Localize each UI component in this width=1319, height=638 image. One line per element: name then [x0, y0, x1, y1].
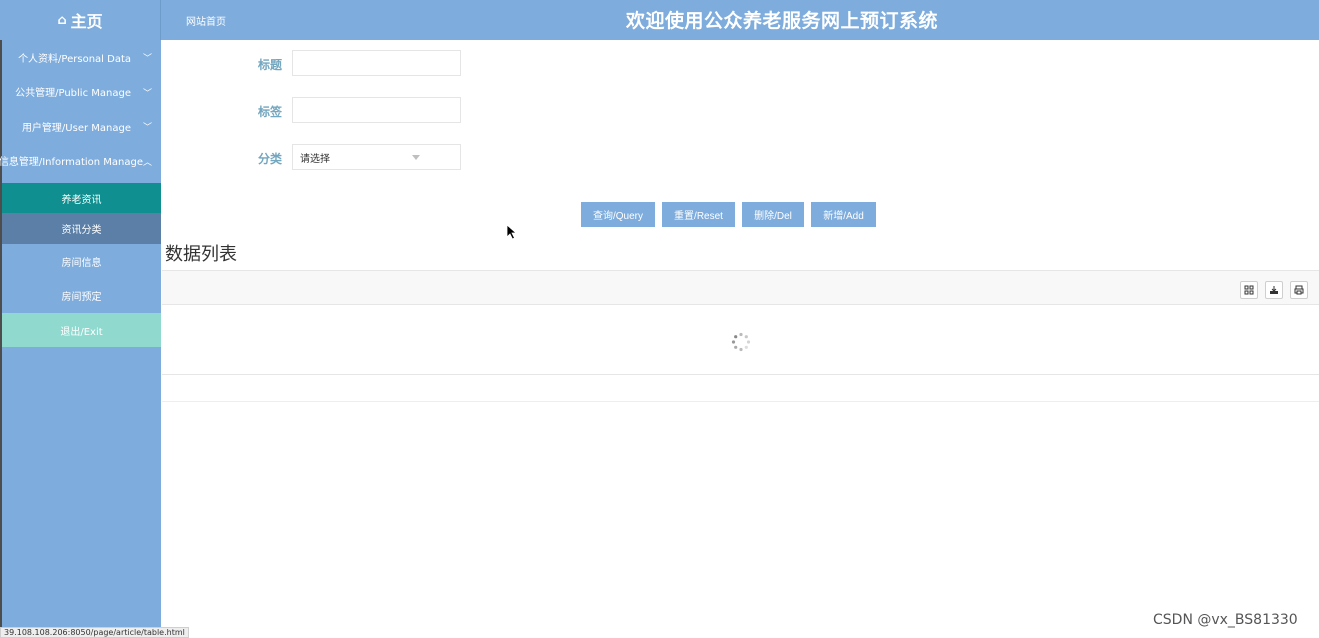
tag-label: 标签	[257, 105, 282, 119]
watermark: CSDN @vx_BS81330	[1153, 612, 1298, 628]
chevron-up-icon: ︿	[142, 157, 152, 168]
tag-input[interactable]	[292, 97, 461, 123]
status-bar-url: 39.108.108.206:8050/page/article/table.h…	[0, 627, 189, 638]
export-icon[interactable]	[1265, 281, 1283, 299]
title-input[interactable]	[292, 50, 461, 76]
mouse-cursor-icon	[506, 224, 518, 244]
query-button[interactable]: 查询/Query	[581, 202, 655, 227]
columns-icon[interactable]	[1240, 281, 1258, 299]
sidebar-item-label: 公共管理/Public Manage	[15, 88, 131, 100]
reset-button[interactable]: 重置/Reset	[662, 202, 735, 227]
category-placeholder: 请选择	[300, 153, 330, 165]
table-footer	[162, 375, 1319, 402]
caret-down-icon	[412, 155, 420, 160]
sidebar-item-label: 个人资料/Personal Data	[18, 53, 131, 65]
chevron-down-icon: ﹀	[142, 54, 152, 64]
sidebar-item-personal-data[interactable]: 个人资料/Personal Data ﹀	[2, 40, 161, 75]
chevron-down-icon: ﹀	[142, 88, 152, 99]
loading-spinner-icon	[731, 332, 751, 352]
logout-button[interactable]: 退出/Exit	[2, 313, 161, 347]
category-select[interactable]: 请选择	[292, 144, 461, 170]
data-list-title: 数据列表	[165, 244, 237, 265]
title-label: 标题	[257, 58, 282, 72]
site-home-link[interactable]: 网站首页	[186, 13, 226, 28]
app-root: ⌂ 主页 网站首页 欢迎使用公众养老服务网上预订系统 个人资料/Personal…	[0, 0, 1319, 638]
home-icon: ⌂	[57, 12, 67, 28]
sidebar-item-label: 用户管理/User Manage	[21, 122, 131, 134]
submenu-item-elderly-news[interactable]: 养老资讯	[2, 183, 161, 213]
page-title: 欢迎使用公众养老服务网上预订系统	[626, 10, 939, 32]
table-toolbar	[162, 270, 1319, 305]
chevron-down-icon: ﹀	[142, 123, 152, 133]
submenu-item-news-category[interactable]: 资讯分类	[2, 213, 161, 244]
sidebar: 个人资料/Personal Data ﹀ 公共管理/Public Manage …	[0, 40, 161, 638]
sidebar-item-information-manage[interactable]: 信息管理/Information Manage ︿	[0, 144, 161, 179]
top-header: ⌂ 主页 网站首页 欢迎使用公众养老服务网上预订系统	[0, 0, 1319, 40]
submenu-item-room-booking[interactable]: 房间预定	[2, 279, 161, 314]
print-icon[interactable]	[1290, 281, 1308, 299]
submenu-item-room-info[interactable]: 房间信息	[2, 244, 161, 279]
delete-button[interactable]: 删除/Del	[742, 202, 804, 227]
add-button[interactable]: 新增/Add	[811, 202, 876, 227]
home-link[interactable]: ⌂ 主页	[0, 0, 161, 40]
category-label: 分类	[257, 152, 282, 166]
information-submenu: 养老资讯 资讯分类 房间信息 房间预定	[2, 183, 161, 313]
sidebar-item-user-manage[interactable]: 用户管理/User Manage ﹀	[2, 109, 161, 144]
home-label: 主页	[70, 12, 103, 31]
sidebar-item-label: 信息管理/Information Manage	[0, 157, 143, 169]
sidebar-item-public-manage[interactable]: 公共管理/Public Manage ﹀	[2, 75, 161, 110]
